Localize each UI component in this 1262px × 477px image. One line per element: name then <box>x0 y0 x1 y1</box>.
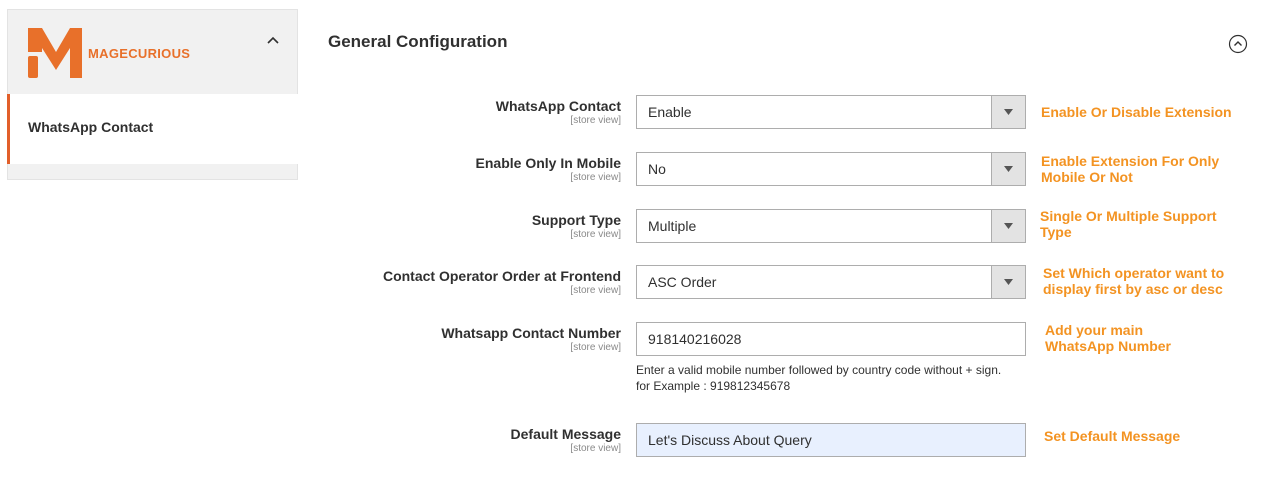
field-hint: Add your main WhatsApp Number <box>1045 322 1171 354</box>
contact-operator-order-select[interactable]: ASC Order <box>636 265 1026 299</box>
field-note: Enter a valid mobile number followed by … <box>636 363 1002 393</box>
field-scope: [store view] <box>570 172 621 183</box>
field-hint: Enable Or Disable Extension <box>1041 104 1232 120</box>
field-hint: Set Which operator want to display first… <box>1043 265 1225 297</box>
brand-name: MAGECURIOUS <box>88 46 191 61</box>
field-label-enable-only-in-mobile: Enable Only In Mobile <box>475 155 621 171</box>
dropdown-button[interactable] <box>991 153 1025 185</box>
dropdown-button[interactable] <box>991 96 1025 128</box>
field-label-default-message: Default Message <box>510 426 621 442</box>
field-hint: Set Default Message <box>1044 428 1181 444</box>
select-value: Multiple <box>648 218 697 234</box>
magecurious-logo-icon <box>28 28 82 78</box>
collapse-circle-icon[interactable] <box>1228 34 1248 54</box>
input-value: 918140216028 <box>648 331 742 347</box>
field-scope: [store view] <box>570 443 621 454</box>
field-label-whatsapp-contact: WhatsApp Contact <box>495 98 621 114</box>
field-label-contact-operator-order: Contact Operator Order at Frontend <box>382 268 621 284</box>
enable-only-in-mobile-select[interactable]: No <box>636 152 1026 186</box>
default-message-input[interactable]: Let's Discuss About Query <box>636 423 1026 457</box>
dropdown-button[interactable] <box>991 210 1025 242</box>
select-value: Enable <box>648 104 692 120</box>
select-value: No <box>648 161 666 177</box>
chevron-up-icon[interactable] <box>263 32 283 48</box>
sidebar-item-label: WhatsApp Contact <box>28 119 154 135</box>
field-hint: Single Or Multiple Support Type <box>1040 208 1217 240</box>
field-scope: [store view] <box>570 115 621 126</box>
dropdown-arrow-icon <box>1004 109 1013 115</box>
dropdown-arrow-icon <box>1004 223 1013 229</box>
field-hint: Enable Extension For Only Mobile Or Not <box>1041 153 1220 185</box>
field-scope: [store view] <box>570 229 621 240</box>
input-value: Let's Discuss About Query <box>648 432 812 448</box>
sidebar-item-whatsapp-contact[interactable]: WhatsApp Contact <box>7 94 298 164</box>
dropdown-button[interactable] <box>991 266 1025 298</box>
whatsapp-contact-select[interactable]: Enable <box>636 95 1026 129</box>
dropdown-arrow-icon <box>1004 166 1013 172</box>
field-label-whatsapp-contact-number: Whatsapp Contact Number <box>441 325 621 341</box>
whatsapp-contact-number-input[interactable]: 918140216028 <box>636 322 1026 356</box>
sidebar-brand-header[interactable]: MAGECURIOUS <box>8 10 297 96</box>
support-type-select[interactable]: Multiple <box>636 209 1026 243</box>
field-scope: [store view] <box>570 285 621 296</box>
section-title[interactable]: General Configuration <box>328 32 507 52</box>
field-label-support-type: Support Type <box>531 212 621 228</box>
field-scope: [store view] <box>570 342 621 353</box>
dropdown-arrow-icon <box>1004 279 1013 285</box>
select-value: ASC Order <box>648 274 717 290</box>
